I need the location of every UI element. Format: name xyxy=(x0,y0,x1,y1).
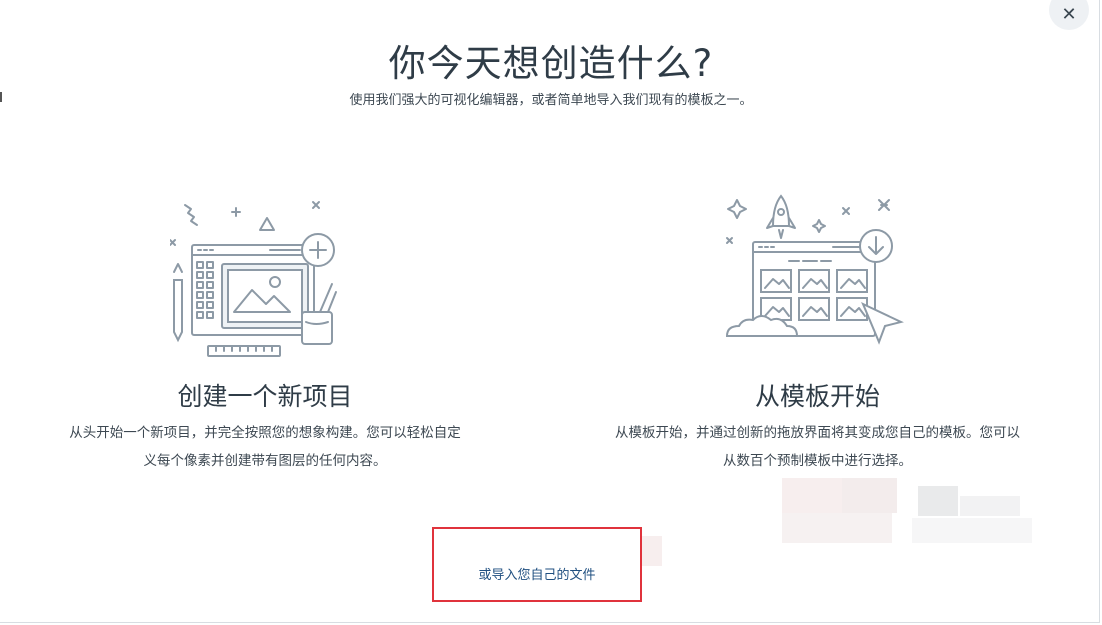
create-new-project-option[interactable]: 创建一个新项目 从头开始一个新项目，并完全按照您的想象构建。您可以轻松自定义每个… xyxy=(60,190,470,475)
create-new-project-title: 创建一个新项目 xyxy=(177,382,353,411)
blurred-region xyxy=(782,478,1042,548)
start-from-template-description: 从模板开始，并通过创新的拖放界面将其变成您自己的模板。您可以从数百个预制模板中进… xyxy=(615,425,1020,469)
close-icon: ✕ xyxy=(1061,4,1077,25)
design-canvas-icon xyxy=(170,201,337,357)
start-from-template-option[interactable]: 从模板开始 从模板开始，并通过创新的拖放界面将其变成您自己的模板。您可以从数百个… xyxy=(610,190,1025,475)
create-new-project-description: 从头开始一个新项目，并完全按照您的想象构建。您可以轻松自定义每个像素并创建带有图… xyxy=(69,425,461,469)
template-grid-icon xyxy=(725,194,904,345)
import-highlight-box: 或导入您自己的文件 xyxy=(432,527,642,602)
start-from-template-title: 从模板开始 xyxy=(754,382,880,411)
import-own-file-link[interactable]: 或导入您自己的文件 xyxy=(434,564,640,583)
dialog-title: 你今天想创造什么? xyxy=(388,42,714,85)
dialog-subtitle: 使用我们强大的可视化编辑器，或者简单地导入我们现有的模板之一。 xyxy=(349,93,753,108)
blurred-region-small xyxy=(642,536,662,566)
